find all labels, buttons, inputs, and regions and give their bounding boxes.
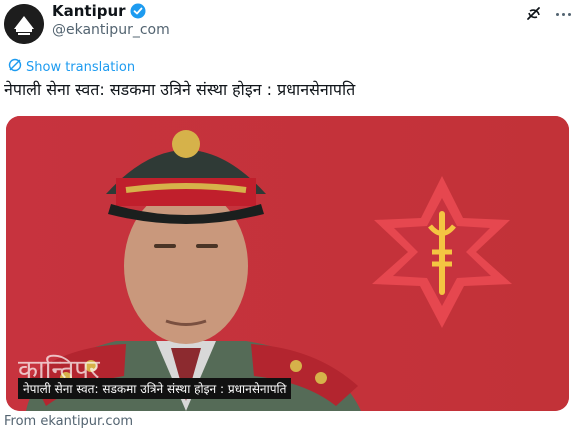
author-handle[interactable]: @ekantipur_com (52, 22, 170, 38)
card-source-link[interactable]: From ekantipur.com (4, 414, 133, 429)
show-translation-button[interactable]: Show translation (8, 58, 135, 76)
author-name-row[interactable]: Kantipur (52, 2, 146, 20)
tweet-media-card[interactable]: कान्तिपुर नेपाली सेना स्वत: सडकमा उत्रिन… (6, 116, 569, 411)
translate-icon (8, 58, 22, 76)
grok-icon[interactable] (524, 4, 544, 24)
avatar[interactable] (4, 4, 44, 44)
dot (561, 12, 565, 16)
author-display-name[interactable]: Kantipur (52, 2, 126, 20)
tweet-header: Kantipur @ekantipur_com (0, 0, 580, 48)
tweet-text: नेपाली सेना स्वत: सडकमा उत्रिने संस्था ह… (4, 80, 356, 99)
media-image: कान्तिपुर (6, 116, 569, 411)
dot (555, 12, 559, 16)
media-caption: नेपाली सेना स्वत: सडकमा उत्रिने संस्था ह… (18, 378, 292, 399)
verified-badge-icon (130, 3, 146, 19)
dot (567, 12, 571, 16)
show-translation-label[interactable]: Show translation (26, 60, 135, 75)
more-options-icon[interactable] (552, 4, 574, 24)
